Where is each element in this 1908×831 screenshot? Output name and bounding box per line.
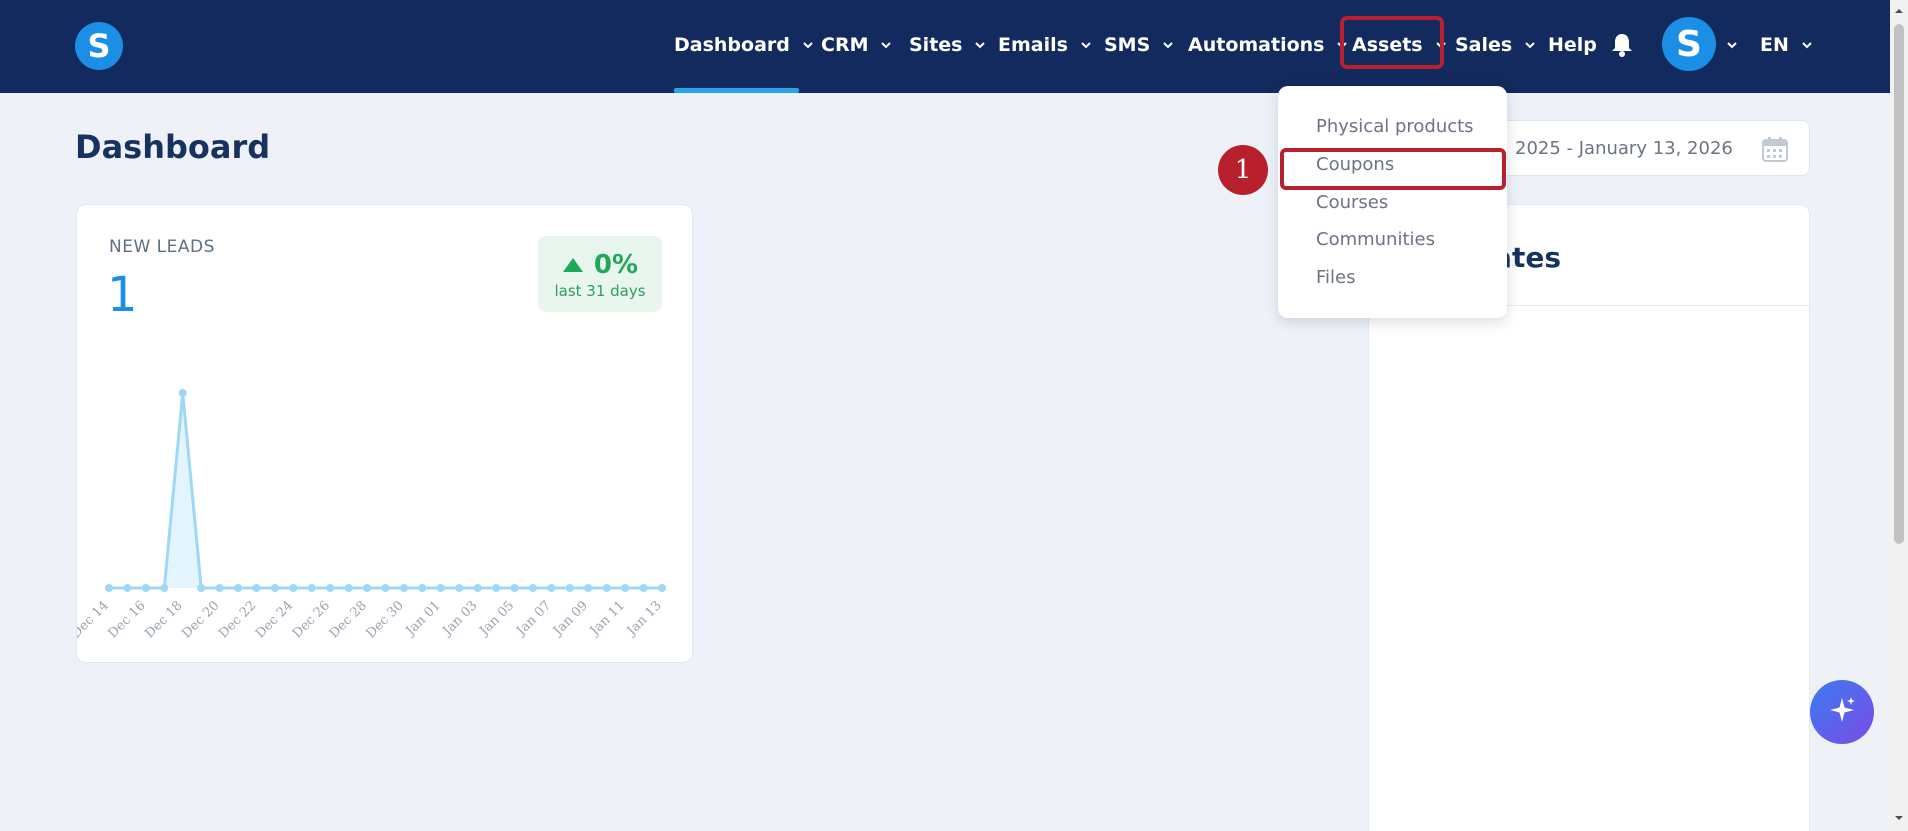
step-badge: 1: [1218, 145, 1268, 195]
chart-point[interactable]: [141, 584, 150, 592]
chart-tick-label: Jan 13: [623, 598, 665, 640]
chart-tick-label: Jan 01: [402, 598, 444, 640]
menu-item-physical-products[interactable]: Physical products: [1316, 116, 1474, 137]
avatar[interactable]: S: [1662, 17, 1716, 71]
chevron-down-icon: [1801, 39, 1813, 51]
chart-tick-label: Jan 03: [439, 598, 481, 640]
active-tab-indicator: [674, 88, 799, 93]
nav-item-emails[interactable]: Emails: [998, 28, 1092, 62]
chart-point[interactable]: [381, 584, 390, 592]
nav-item-label: Dashboard: [674, 34, 790, 56]
page-title: Dashboard: [75, 128, 271, 166]
date-range-text: 2025 - January 13, 2026: [1515, 137, 1733, 159]
nav-item-label: Sites: [909, 34, 963, 56]
chart-point[interactable]: [178, 389, 187, 397]
chart-point[interactable]: [160, 584, 169, 592]
chart-point[interactable]: [639, 584, 648, 592]
nav-item-label: CRM: [821, 34, 869, 56]
date-range-picker[interactable]: 2025 - January 13, 2026: [1490, 120, 1810, 176]
chart-point[interactable]: [252, 584, 261, 592]
assets-highlight-box: [1340, 16, 1444, 69]
nav-item-automations[interactable]: Automations: [1188, 28, 1348, 62]
top-nav-bar: S Dashboard CRM Sites Emails SMS Automat…: [0, 0, 1890, 93]
chart-tick-label: Dec 16: [106, 598, 149, 641]
chart-point[interactable]: [197, 584, 206, 592]
nav-item-label: Sales: [1455, 34, 1513, 56]
chart-point[interactable]: [344, 584, 353, 592]
chart-tick-label: Jan 11: [586, 598, 628, 640]
coupons-highlight-box: [1280, 148, 1506, 190]
nav-item-sites[interactable]: Sites: [909, 28, 986, 62]
chart-tick-label: Dec 30: [364, 598, 407, 641]
chart-tick-label: Dec 18: [142, 598, 185, 641]
sparkles-icon: [1826, 694, 1858, 730]
chart-tick-label: Jan 05: [476, 598, 518, 640]
calendar-icon[interactable]: [1761, 135, 1789, 163]
new-leads-card: NEW LEADS 1 0% last 31 days Dec 14 Dec 16…: [76, 204, 693, 663]
bell-icon[interactable]: [1610, 32, 1634, 58]
chart-tick-label: Dec 22: [216, 598, 259, 641]
chart-point[interactable]: [326, 584, 335, 592]
chevron-down-icon: [1080, 39, 1092, 51]
nav-item-label: SMS: [1104, 34, 1151, 56]
chart-tick-label: Jan 07: [512, 598, 554, 640]
chart-point[interactable]: [436, 584, 445, 592]
chart-point[interactable]: [621, 584, 630, 592]
chart-tick-label: Dec 14: [77, 598, 112, 641]
chart-point[interactable]: [270, 584, 279, 592]
chart-point[interactable]: [123, 584, 132, 592]
nav-item-help[interactable]: Help: [1548, 28, 1597, 62]
nav-item-label: Help: [1548, 34, 1597, 56]
chart-point[interactable]: [289, 584, 298, 592]
menu-item-files[interactable]: Files: [1316, 267, 1356, 288]
chart-point[interactable]: [565, 584, 574, 592]
chart-point[interactable]: [307, 584, 316, 592]
ai-assistant-button[interactable]: [1810, 680, 1874, 744]
chart-point[interactable]: [584, 584, 593, 592]
chart-point[interactable]: [399, 584, 408, 592]
chart-tick-label: Jan 09: [549, 598, 591, 640]
nav-item-sms[interactable]: SMS: [1104, 28, 1174, 62]
chart-point[interactable]: [455, 584, 464, 592]
nav-item-label: Automations: [1188, 34, 1325, 56]
chevron-down-icon: [880, 39, 892, 51]
nav-item-sales[interactable]: Sales: [1455, 28, 1536, 62]
chart-point[interactable]: [602, 584, 611, 592]
chevron-down-icon: [802, 39, 814, 51]
chart-point[interactable]: [658, 584, 666, 592]
chart-point[interactable]: [363, 584, 372, 592]
leads-chart: Dec 14Dec 16Dec 18Dec 20Dec 22Dec 24Dec …: [77, 389, 666, 641]
chart-tick-label: Dec 26: [290, 598, 333, 641]
menu-item-communities[interactable]: Communities: [1316, 229, 1435, 250]
page-scrollbar[interactable]: [1890, 0, 1908, 831]
chart-point[interactable]: [215, 584, 224, 592]
chart-point[interactable]: [492, 584, 501, 592]
language-selector[interactable]: EN: [1760, 28, 1813, 62]
nav-item-label: Emails: [998, 34, 1068, 56]
chart-point[interactable]: [473, 584, 482, 592]
language-label: EN: [1760, 34, 1789, 56]
chart-point[interactable]: [105, 584, 113, 592]
nav-item-crm[interactable]: CRM: [821, 28, 892, 62]
assets-dropdown-menu: Physical products Coupons Courses Commun…: [1278, 86, 1507, 318]
chart-tick-label: Dec 24: [253, 598, 296, 641]
chevron-down-icon: [974, 39, 986, 51]
scrollbar-thumb[interactable]: [1894, 24, 1904, 544]
scroll-down-icon[interactable]: [1894, 813, 1904, 823]
chart-tick-label: Dec 20: [179, 598, 222, 641]
chevron-down-icon[interactable]: [1726, 39, 1738, 51]
chart-point[interactable]: [234, 584, 243, 592]
chart-point[interactable]: [528, 584, 537, 592]
scroll-up-icon[interactable]: [1894, 6, 1904, 16]
chevron-down-icon: [1162, 39, 1174, 51]
chevron-down-icon: [1524, 39, 1536, 51]
menu-item-courses[interactable]: Courses: [1316, 192, 1388, 213]
nav-item-dashboard[interactable]: Dashboard: [674, 28, 814, 62]
chart-point[interactable]: [547, 584, 556, 592]
chart-point[interactable]: [510, 584, 519, 592]
logo[interactable]: S: [75, 22, 123, 70]
chart-tick-label: Dec 28: [327, 598, 370, 641]
chart-point[interactable]: [418, 584, 427, 592]
